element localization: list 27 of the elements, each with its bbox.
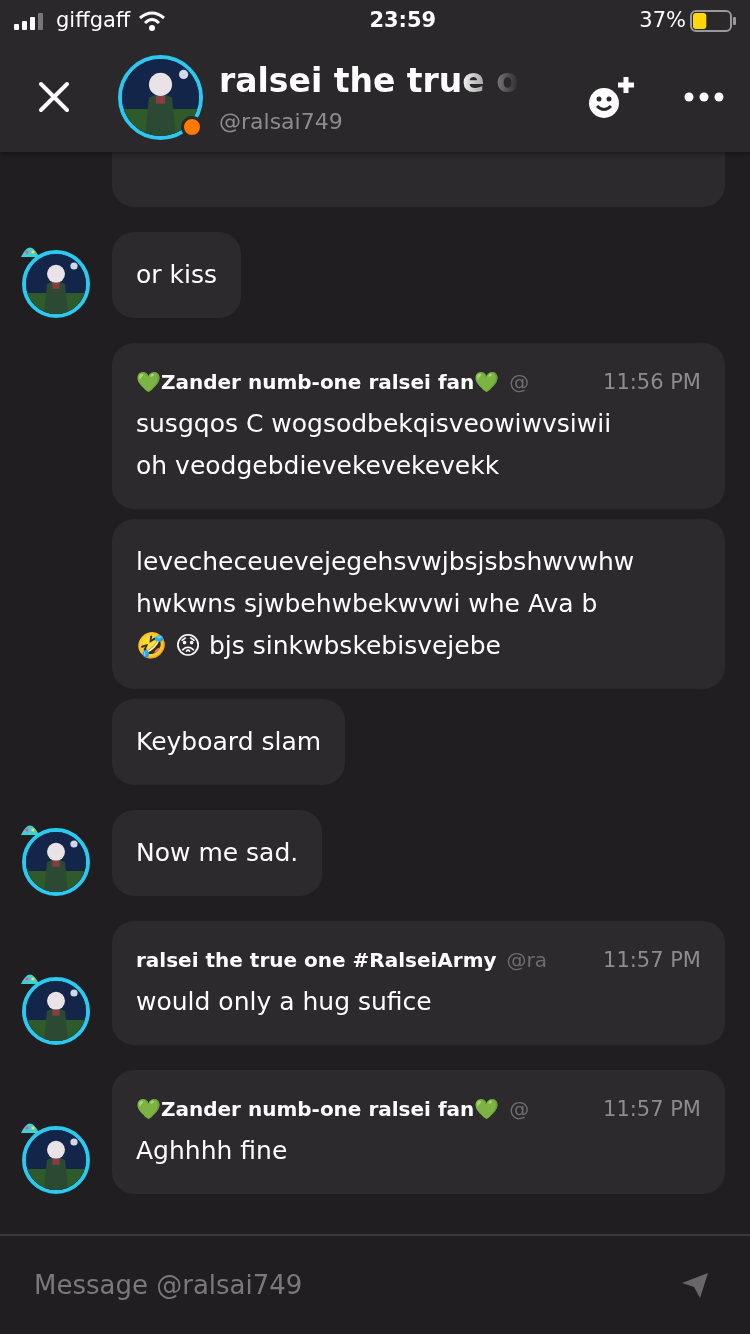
message-text: Keyboard slam — [136, 726, 322, 758]
message-text: levecheceuevejegehsvwjbsjsbshwvwhw hwkwns sjwbehwbekwvwi whe Ava b 🤣 😟 bjs sinkwbskebisvejebe — [136, 546, 636, 662]
wifi-icon — [138, 11, 167, 31]
battery-icon — [690, 10, 736, 32]
message-text: susgqos C wogsodbekqisveowiwvsiwii oh veodgebdievekevekevekk — [136, 408, 613, 482]
message-input[interactable]: Message @ralsai749 — [32, 1264, 680, 1306]
message-text: or kiss — [136, 259, 217, 291]
send-icon[interactable] — [680, 1271, 710, 1299]
author-handle: @ — [509, 370, 530, 394]
author-handle: @ra — [506, 948, 548, 972]
message-text: would only a hug sufice — [136, 986, 433, 1018]
author-name: 💚Zander numb-one ralsei fan💚 — [136, 369, 500, 396]
contact-name: ralsei the true o — [219, 59, 519, 102]
clock: 23:59 — [368, 7, 438, 35]
author-handle: @ — [509, 1097, 530, 1121]
battery-percent: 37% — [639, 7, 686, 35]
carrier-name: giffgaff — [56, 7, 131, 35]
timestamp: 11:56 PM — [603, 369, 701, 396]
more-icon[interactable] — [684, 92, 724, 102]
timestamp: 11:57 PM — [603, 1096, 701, 1123]
message-text: Aghhhh fine — [136, 1135, 289, 1167]
message-text: Now me sad. — [136, 837, 299, 869]
timestamp: 11:57 PM — [603, 947, 701, 974]
close-icon[interactable] — [38, 81, 70, 113]
author-name: 💚Zander numb-one ralsei fan💚 — [136, 1096, 500, 1123]
contact-handle: @ralsai749 — [219, 108, 344, 137]
author-name: ralsei the true one #RalseiArmy — [136, 947, 497, 974]
